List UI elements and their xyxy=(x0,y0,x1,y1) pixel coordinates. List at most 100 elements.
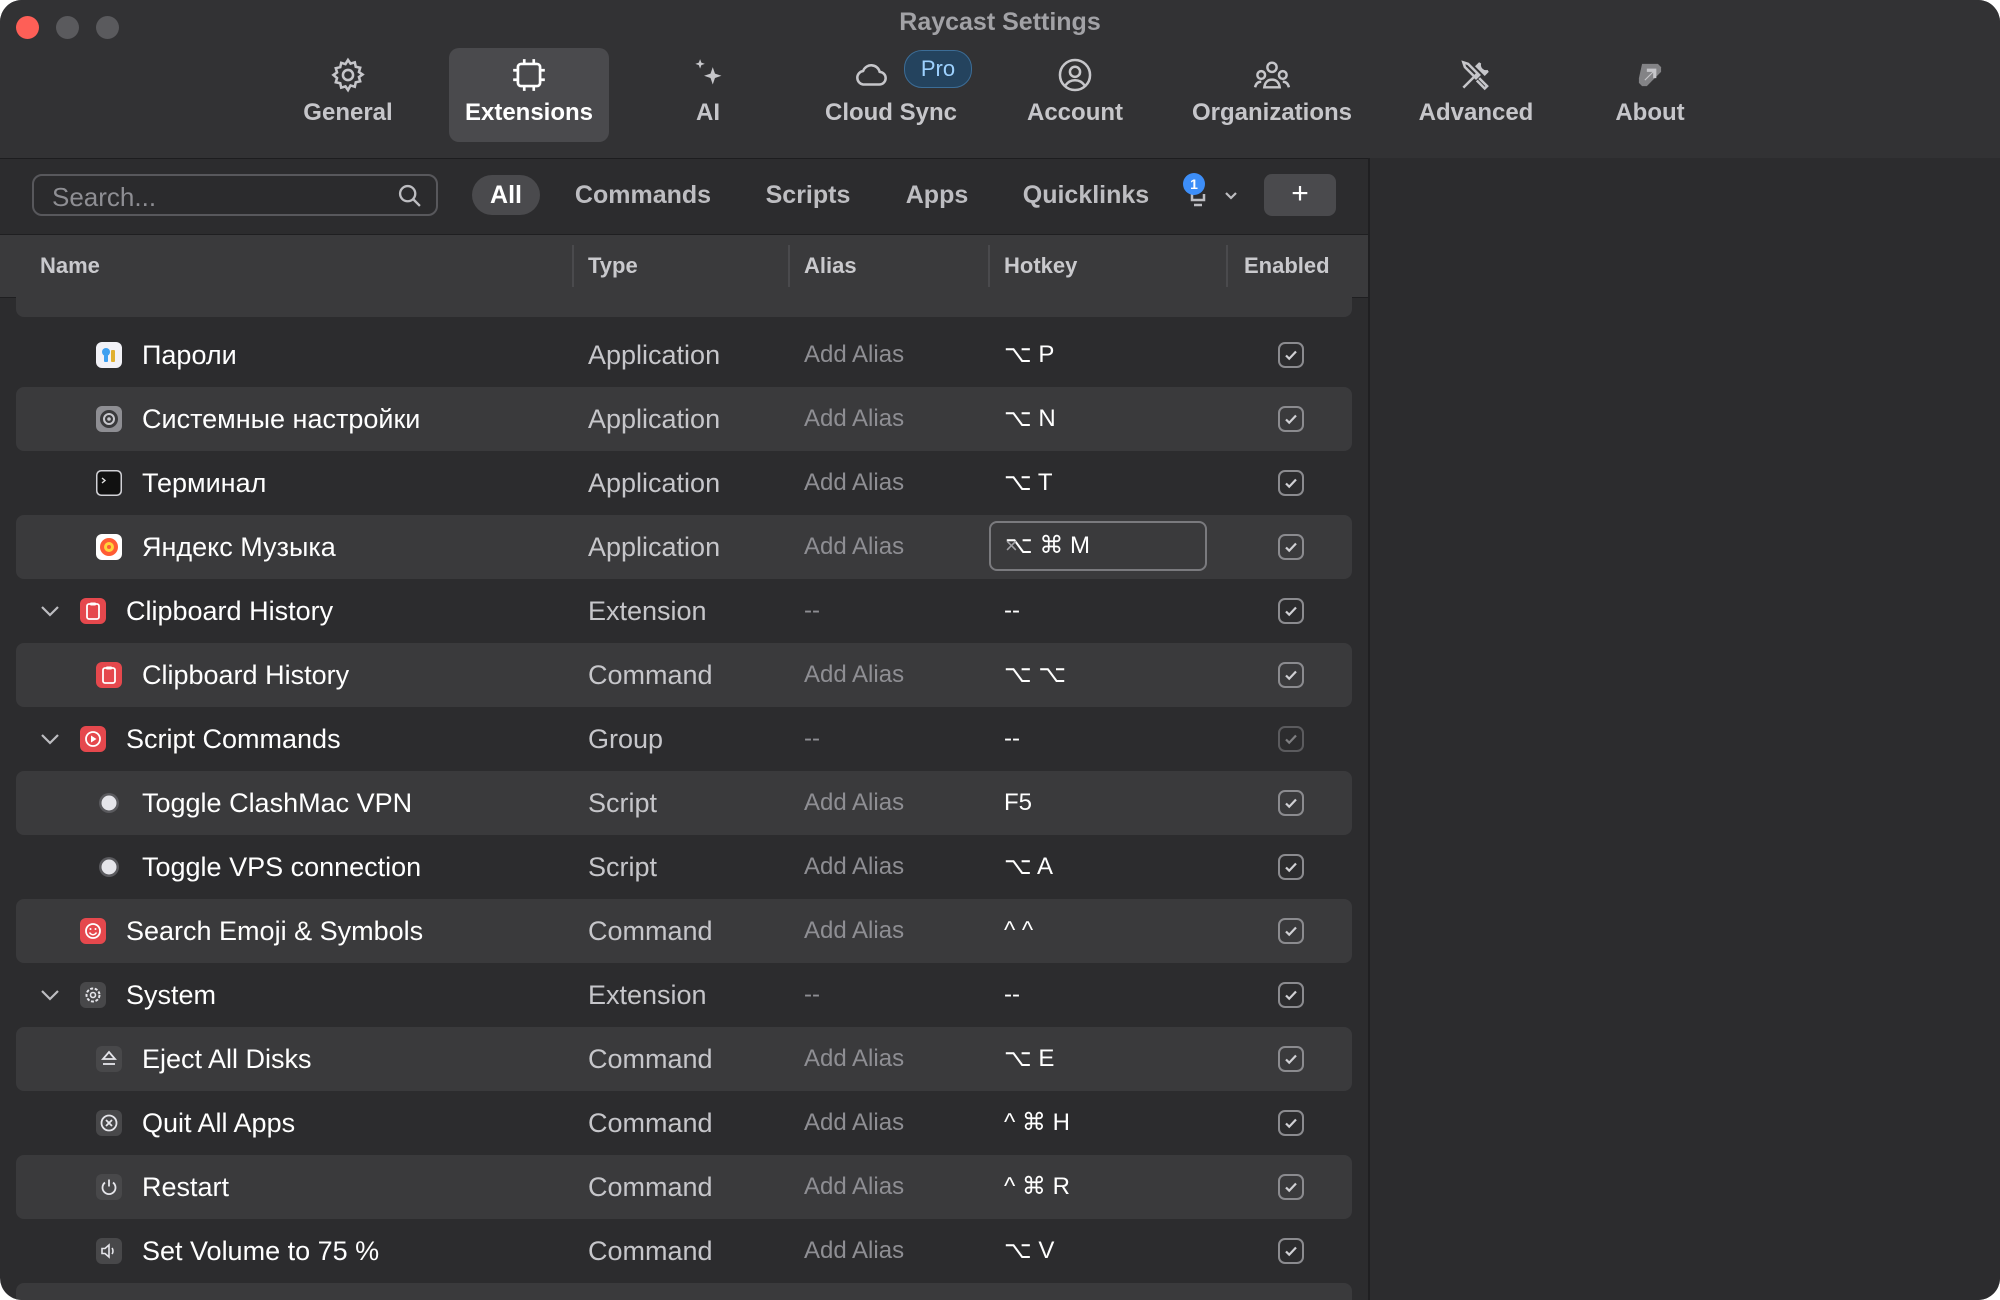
column-divider[interactable] xyxy=(1226,245,1228,287)
tab-account[interactable]: Account xyxy=(1015,48,1135,142)
search-field[interactable] xyxy=(32,174,438,216)
filter-scripts[interactable]: Scripts xyxy=(756,175,860,215)
hotkey-field[interactable]: ⌥ E xyxy=(1004,1027,1054,1091)
hotkey-field[interactable]: ^ ⌘ R xyxy=(1004,1155,1070,1219)
row-type: Command xyxy=(588,1044,713,1074)
row-type: Command xyxy=(588,660,713,690)
enabled-checkbox[interactable] xyxy=(1278,598,1304,624)
table-row[interactable]: Set Volume to 75 % Command Add Alias ⌥ V xyxy=(16,1219,1352,1283)
hotkey-field[interactable]: ⌥ A xyxy=(1004,835,1053,899)
row-name: Яндекс Музыка xyxy=(142,532,336,562)
column-header-hotkey[interactable]: Hotkey xyxy=(1004,235,1077,297)
column-divider[interactable] xyxy=(788,245,790,287)
enabled-checkbox[interactable] xyxy=(1278,662,1304,688)
table-row[interactable]: Toggle ClashMac VPN Script Add Alias F5 xyxy=(16,771,1352,835)
tab-organizations[interactable]: Organizations xyxy=(1182,48,1362,142)
system-settings-app-icon xyxy=(96,406,122,432)
tab-general[interactable]: General xyxy=(288,48,408,142)
table-row[interactable]: System Extension -- -- xyxy=(16,963,1352,1027)
table-row[interactable]: Search Emoji & Symbols Command Add Alias… xyxy=(16,899,1352,963)
table-row[interactable]: Терминал Application Add Alias ⌥ T xyxy=(16,451,1352,515)
alias-field[interactable]: Add Alias xyxy=(804,451,904,515)
hotkey-field[interactable]: ⌥ N xyxy=(1004,387,1056,451)
enabled-checkbox[interactable] xyxy=(1278,982,1304,1008)
alias-field[interactable]: Add Alias xyxy=(804,1219,904,1283)
filter-commands[interactable]: Commands xyxy=(568,175,718,215)
hotkey-field[interactable]: ⌥ T xyxy=(1004,451,1053,515)
terminal-app-icon xyxy=(96,470,122,496)
alias-field[interactable]: Add Alias xyxy=(804,1027,904,1091)
row-type: Application xyxy=(588,404,721,434)
hotkey-value: -- xyxy=(1004,981,1020,1008)
search-input[interactable] xyxy=(50,179,384,215)
column-header-type[interactable]: Type xyxy=(588,235,638,297)
chevron-down-icon[interactable] xyxy=(38,599,62,628)
clear-hotkey-icon[interactable]: × xyxy=(1005,523,1191,569)
pro-badge: Pro xyxy=(904,50,972,88)
tab-label: Extensions xyxy=(464,99,594,126)
row-type: Extension xyxy=(588,980,707,1010)
hotkey-field[interactable]: ^ ⌘ H xyxy=(1004,1091,1070,1155)
alias-field[interactable]: Add Alias xyxy=(804,835,904,899)
chevron-down-icon[interactable] xyxy=(38,727,62,756)
add-button[interactable]: + xyxy=(1264,174,1336,216)
table-row[interactable]: Toggle VPS connection Script Add Alias ⌥… xyxy=(16,835,1352,899)
row-name: Eject All Disks xyxy=(142,1044,312,1074)
person-circle-icon xyxy=(1056,52,1094,98)
alias-field[interactable]: Add Alias xyxy=(804,771,904,835)
enabled-checkbox[interactable] xyxy=(1278,470,1304,496)
table-row[interactable]: Quit All Apps Command Add Alias ^ ⌘ H xyxy=(16,1091,1352,1155)
table-row[interactable]: Яндекс Музыка Application Add Alias ⌥ ⌘ … xyxy=(16,515,1352,579)
alias-field[interactable]: Add Alias xyxy=(804,387,904,451)
enabled-checkbox[interactable] xyxy=(1278,534,1304,560)
filter-all[interactable]: All xyxy=(472,175,540,215)
table-row[interactable]: Script Commands Group -- -- xyxy=(16,707,1352,771)
hotkey-field[interactable]: ⌥ ⌥ xyxy=(1004,643,1066,707)
enabled-checkbox[interactable] xyxy=(1278,918,1304,944)
enabled-checkbox[interactable] xyxy=(1278,342,1304,368)
hotkey-recorder-field[interactable]: ⌥ ⌘ M × xyxy=(989,521,1207,571)
alias-field[interactable]: Add Alias xyxy=(804,899,904,963)
table-row[interactable]: Системные настройки Application Add Alia… xyxy=(16,387,1352,451)
enabled-checkbox[interactable] xyxy=(1278,790,1304,816)
column-divider[interactable] xyxy=(572,245,574,287)
alias-field[interactable]: Add Alias xyxy=(804,1091,904,1155)
table-row[interactable]: Пароли Application Add Alias ⌥ P xyxy=(16,323,1352,387)
alias-field[interactable]: Add Alias xyxy=(804,323,904,387)
table-row[interactable] xyxy=(16,297,1352,317)
enabled-checkbox[interactable] xyxy=(1278,854,1304,880)
alias-field[interactable]: Add Alias xyxy=(804,643,904,707)
enabled-checkbox[interactable] xyxy=(1278,406,1304,432)
hotkey-field[interactable]: ^ ^ xyxy=(1004,899,1033,963)
table-row[interactable]: Eject All Disks Command Add Alias ⌥ E xyxy=(16,1027,1352,1091)
hotkey-field[interactable]: F5 xyxy=(1004,771,1032,835)
hotkey-field[interactable]: ⌥ V xyxy=(1004,1219,1054,1283)
enabled-checkbox[interactable] xyxy=(1278,726,1304,752)
tab-ai[interactable]: AI xyxy=(658,48,758,142)
table-row[interactable]: Clipboard History Extension -- -- xyxy=(16,579,1352,643)
table-row[interactable]: Restart Command Add Alias ^ ⌘ R xyxy=(16,1155,1352,1219)
filter-apps[interactable]: Apps xyxy=(898,175,976,215)
column-divider[interactable] xyxy=(988,245,990,287)
table-row[interactable]: Clipboard History Command Add Alias ⌥ ⌥ xyxy=(16,643,1352,707)
power-icon xyxy=(96,1174,122,1200)
table-row[interactable] xyxy=(16,1283,1352,1300)
yandex-music-app-icon xyxy=(96,534,122,560)
filter-quicklinks[interactable]: Quicklinks xyxy=(1016,175,1156,215)
tab-about[interactable]: About xyxy=(1600,48,1700,142)
enabled-checkbox[interactable] xyxy=(1278,1046,1304,1072)
enabled-checkbox[interactable] xyxy=(1278,1238,1304,1264)
row-type: Application xyxy=(588,532,721,562)
column-header-alias[interactable]: Alias xyxy=(804,235,857,297)
enabled-checkbox[interactable] xyxy=(1278,1174,1304,1200)
column-header-enabled[interactable]: Enabled xyxy=(1244,235,1330,297)
tab-label: Organizations xyxy=(1191,99,1353,126)
enabled-checkbox[interactable] xyxy=(1278,1110,1304,1136)
chevron-down-icon[interactable] xyxy=(38,983,62,1012)
hotkey-field[interactable]: ⌥ P xyxy=(1004,323,1054,387)
tab-extensions[interactable]: Extensions xyxy=(449,48,609,142)
alias-field[interactable]: Add Alias xyxy=(804,1155,904,1219)
column-header-name[interactable]: Name xyxy=(40,235,100,297)
alias-field[interactable]: Add Alias xyxy=(804,515,904,579)
tab-advanced[interactable]: Advanced xyxy=(1406,48,1546,142)
